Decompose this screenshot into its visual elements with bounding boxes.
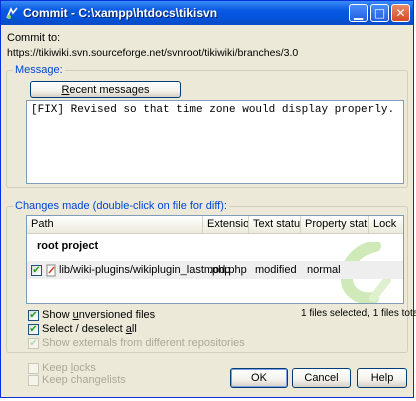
- keep-locks-checkbox[interactable]: [28, 363, 39, 374]
- column-text-status[interactable]: Text status: [249, 216, 301, 233]
- selection-summary: 1 files selected, 1 files total: [301, 308, 416, 319]
- checkmark-icon: ✔: [29, 323, 38, 335]
- keep-locks-label: Keep locks: [42, 362, 96, 374]
- commit-to-url: https://tikiwiki.svn.sourceforge.net/svn…: [7, 47, 299, 59]
- keep-changelists-checkbox[interactable]: [28, 375, 39, 386]
- maximize-button[interactable]: □: [370, 4, 389, 22]
- help-button[interactable]: Help: [357, 368, 407, 388]
- column-path[interactable]: Path: [27, 216, 203, 233]
- changes-group-label: Changes made (double-click on file for d…: [13, 200, 229, 212]
- tortoise-commit-icon: [5, 6, 19, 20]
- commit-dialog: Commit - C:\xampp\htdocs\tikisvn ▁ □ ✕ C…: [0, 0, 416, 398]
- title-bar[interactable]: Commit - C:\xampp\htdocs\tikisvn ▁ □ ✕: [1, 1, 413, 25]
- column-lock[interactable]: Lock: [369, 216, 403, 233]
- commit-message-text: [FIX] Revised so that time zone would di…: [31, 104, 395, 116]
- changes-list[interactable]: Path Extension Text status Property stat…: [26, 215, 404, 304]
- window-title: Commit - C:\xampp\htdocs\tikisvn: [23, 6, 218, 20]
- root-project-group-header: root project: [37, 240, 99, 252]
- close-button[interactable]: ✕: [391, 4, 410, 22]
- file-text-status: modified: [255, 264, 297, 276]
- column-extension[interactable]: Extension: [203, 216, 249, 233]
- show-externals-checkbox[interactable]: ✔: [28, 338, 39, 349]
- ok-button[interactable]: OK: [230, 368, 288, 388]
- message-group-label: Message:: [13, 64, 65, 76]
- recent-messages-rest: ecent messages: [69, 83, 150, 96]
- file-extension: .php: [209, 264, 231, 276]
- recent-messages-label: Recent messages: [61, 84, 149, 96]
- minimize-icon: ▁: [353, 6, 364, 20]
- close-icon: ✕: [395, 6, 406, 20]
- file-property-status: normal: [307, 264, 341, 276]
- show-externals-label: Show externals from different repositori…: [42, 337, 245, 349]
- checkmark-icon: ✔: [32, 264, 41, 276]
- minimize-button[interactable]: ▁: [349, 4, 368, 22]
- checkmark-icon: ✔: [29, 309, 38, 321]
- file-modified-icon: [46, 261, 57, 279]
- keep-changelists-label: Keep changelists: [42, 374, 126, 386]
- cancel-button[interactable]: Cancel: [292, 368, 351, 388]
- column-property-status[interactable]: Property status: [301, 216, 369, 233]
- show-unversioned-checkbox[interactable]: ✔: [28, 310, 39, 321]
- recent-messages-button[interactable]: Recent messages: [30, 81, 181, 98]
- commit-message-input[interactable]: [FIX] Revised so that time zone would di…: [26, 100, 404, 184]
- commit-to-label: Commit to:: [7, 32, 61, 44]
- maximize-icon: □: [373, 6, 386, 20]
- file-checkbox[interactable]: ✔: [31, 265, 42, 276]
- table-row[interactable]: ✔ lib/wiki-plugins/wikiplugin_lastmod.ph…: [27, 261, 403, 279]
- list-header: Path Extension Text status Property stat…: [27, 216, 403, 234]
- checkmark-icon: ✔: [29, 337, 38, 349]
- select-all-checkbox[interactable]: ✔: [28, 324, 39, 335]
- show-unversioned-label: Show unversioned files: [42, 309, 156, 321]
- select-all-label: Select / deselect all: [42, 323, 137, 335]
